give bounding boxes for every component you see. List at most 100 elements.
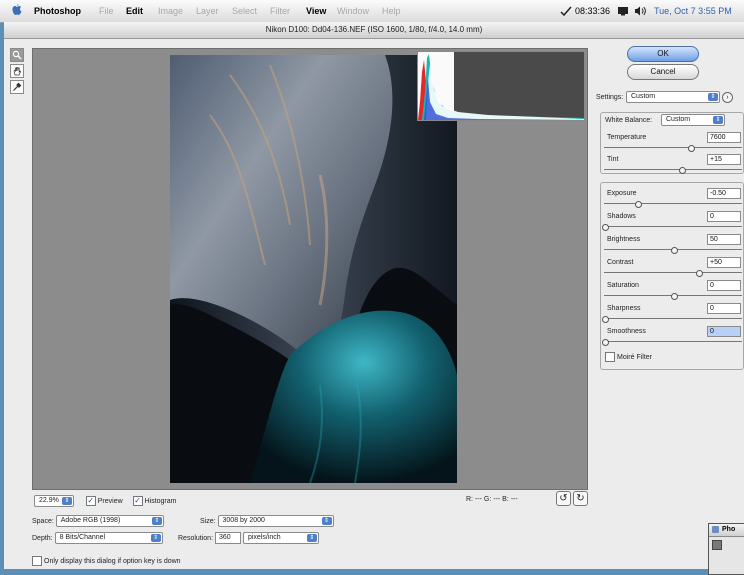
moire-checkbox[interactable] (605, 352, 615, 362)
menu-select[interactable]: Select (232, 6, 257, 16)
adjust-slider-1[interactable] (602, 224, 742, 231)
adjust-slider-2[interactable] (604, 247, 742, 254)
image-preview[interactable] (32, 48, 588, 490)
popup-arrows-icon: ⇕ (61, 497, 72, 505)
space-row: Space: Adobe RGB (1998) ⇕ (32, 515, 164, 527)
size-label: Size: (200, 517, 216, 525)
adjust-label-4: Saturation (607, 282, 639, 289)
resolution-label: Resolution: (178, 534, 214, 542)
histogram-display (417, 51, 585, 121)
temperature-input[interactable]: 7600 (707, 132, 741, 143)
adjust-input-1[interactable]: 0 (707, 211, 741, 222)
zoom-tool-icon[interactable] (10, 48, 24, 62)
background-window[interactable]: Pho (708, 523, 744, 575)
preview-checkbox[interactable]: ✓ (85, 496, 96, 506)
adjust-slider-thumb-3[interactable] (695, 270, 703, 277)
display-icon[interactable] (617, 6, 629, 16)
zoom-level-select[interactable]: 22.9% ⇕ (34, 495, 74, 507)
adjust-slider-thumb-5[interactable] (602, 316, 609, 323)
depth-label: Depth: (32, 534, 53, 542)
resolution-unit-value: pixels/inch (247, 534, 281, 541)
adjust-slider-5[interactable] (602, 316, 742, 323)
preview-label: Preview (97, 497, 123, 505)
temperature-slider-thumb[interactable] (687, 145, 695, 152)
size-select[interactable]: 3008 by 2000 ⇕ (217, 515, 334, 527)
white-balance-value: Custom (666, 116, 691, 123)
adjust-slider-3[interactable] (604, 270, 742, 277)
menu-layer[interactable]: Layer (196, 6, 219, 16)
resolution-row: Resolution: 360 pixels/inch ⇕ (178, 532, 319, 544)
tool-square-icon (712, 540, 722, 550)
apple-icon[interactable] (12, 4, 22, 16)
preview-photo (170, 55, 457, 483)
menu-help[interactable]: Help (382, 6, 401, 16)
ok-button[interactable]: OK (627, 46, 699, 62)
activity-icon[interactable] (560, 6, 572, 16)
temperature-label: Temperature (607, 134, 647, 141)
adjust-slider-thumb-4[interactable] (671, 293, 678, 300)
adjust-label-2: Brightness (607, 236, 641, 243)
resolution-unit-select[interactable]: pixels/inch ⇕ (242, 532, 319, 544)
popup-arrows-icon: ⇕ (321, 517, 332, 525)
menu-file[interactable]: File (99, 6, 114, 16)
adjust-slider-4[interactable] (604, 293, 742, 300)
adjust-input-2[interactable]: 50 (707, 234, 741, 245)
adjust-input-6[interactable]: 0 (707, 326, 741, 337)
tint-input[interactable]: +15 (707, 154, 741, 165)
popup-arrows-icon: ⇕ (713, 116, 723, 124)
depth-value: 8 Bits/Channel (59, 534, 106, 541)
white-balance-select[interactable]: Custom ⇕ (661, 114, 725, 126)
popup-arrows-icon: ⇕ (150, 534, 161, 542)
adjust-input-5[interactable]: 0 (707, 303, 741, 314)
zoom-level-value: 22.9% (39, 497, 59, 504)
menu-edit[interactable]: Edit (126, 6, 143, 16)
settings-menu-icon[interactable]: › (721, 91, 733, 103)
cancel-button[interactable]: Cancel (627, 64, 699, 80)
size-value: 3008 by 2000 (222, 517, 265, 524)
white-balance-eyedropper-icon[interactable] (10, 80, 24, 94)
adjust-label-0: Exposure (607, 190, 637, 197)
settings-row: Custom ⇕ › (626, 91, 733, 103)
tint-slider[interactable] (604, 167, 742, 174)
dialog-title: Nikon D100: Dd04-136.NEF (ISO 1600, 1/80… (4, 22, 744, 39)
photoshop-icon (712, 525, 719, 533)
rotate-left-icon[interactable]: ↺ (556, 491, 571, 506)
size-row: Size: 3008 by 2000 ⇕ (200, 515, 334, 527)
only-display-label: Only display this dialog if option key i… (44, 557, 181, 565)
white-balance-row: Custom ⇕ (661, 114, 725, 126)
depth-select[interactable]: 8 Bits/Channel ⇕ (54, 532, 163, 544)
settings-value: Custom (631, 93, 656, 100)
adjust-input-0[interactable]: -0.50 (707, 188, 741, 199)
popup-arrows-icon: ⇕ (306, 534, 317, 542)
menu-image[interactable]: Image (158, 6, 183, 16)
settings-select[interactable]: Custom ⇕ (626, 91, 720, 103)
only-display-checkbox[interactable] (32, 556, 42, 566)
rotate-right-icon[interactable]: ↻ (572, 491, 588, 506)
space-label: Space: (32, 517, 54, 525)
menu-time[interactable]: 08:33:36 (575, 6, 610, 16)
only-display-row: Only display this dialog if option key i… (32, 556, 181, 566)
menu-clock[interactable]: Tue, Oct 7 3:55 PM (654, 6, 732, 16)
adjust-slider-thumb-1[interactable] (602, 224, 609, 231)
moire-row: Moiré Filter (605, 352, 652, 362)
hand-tool-icon[interactable] (10, 64, 24, 78)
adjust-slider-6[interactable] (602, 339, 742, 346)
volume-icon[interactable] (634, 6, 647, 16)
space-select[interactable]: Adobe RGB (1998) ⇕ (55, 515, 164, 527)
adjust-input-4[interactable]: 0 (707, 280, 741, 291)
menu-app-name[interactable]: Photoshop (34, 6, 81, 16)
adjust-slider-thumb-6[interactable] (602, 339, 609, 346)
adjust-slider-thumb-2[interactable] (671, 247, 678, 254)
temperature-slider[interactable] (604, 145, 742, 152)
background-window-title-text: Pho (722, 526, 736, 533)
resolution-input[interactable]: 360 (214, 532, 241, 544)
tint-label: Tint (607, 156, 619, 163)
rotate-buttons: ↺ ↻ (556, 491, 588, 506)
adjust-label-5: Sharpness (607, 305, 641, 312)
menu-window[interactable]: Window (337, 6, 369, 16)
adjust-input-3[interactable]: +50 (707, 257, 741, 268)
adjust-slider-0[interactable] (604, 201, 742, 208)
menu-view[interactable]: View (306, 6, 326, 16)
histogram-checkbox[interactable]: ✓ (132, 496, 143, 506)
menu-filter[interactable]: Filter (270, 6, 290, 16)
